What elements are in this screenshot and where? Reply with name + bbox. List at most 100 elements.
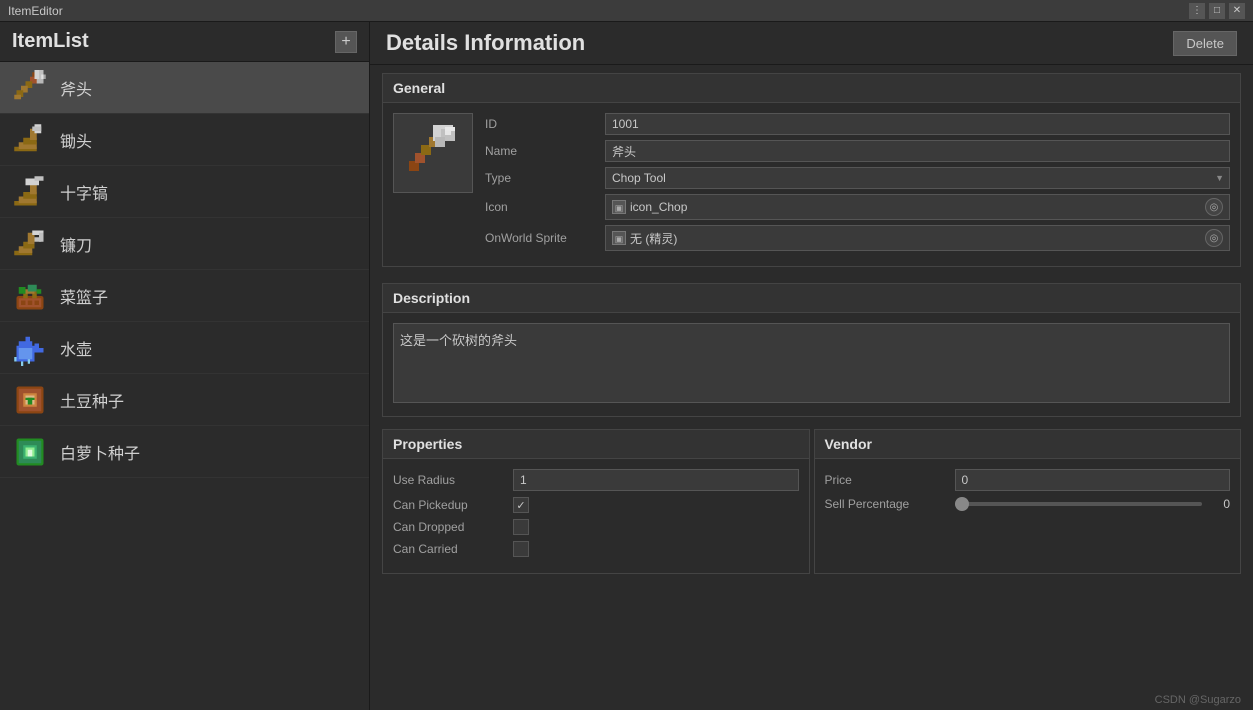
- name-value-wrapper: [605, 140, 1230, 162]
- title-bar: ItemEditor ⋮ □ ✕: [0, 0, 1253, 22]
- id-input[interactable]: [605, 113, 1230, 135]
- item-icon-hoe: [12, 122, 48, 158]
- prop-row-can-carried: Can Carried: [393, 541, 799, 557]
- icon-select-inner: ▣ icon_Chop: [612, 200, 687, 214]
- field-row-onworld: OnWorld Sprite ▣ 无 (精灵) ◎: [485, 225, 1230, 251]
- vendor-row-price: Price: [825, 469, 1231, 491]
- list-item[interactable]: 锄头: [0, 114, 369, 166]
- sidebar: ItemList +: [0, 22, 370, 710]
- field-row-icon: Icon ▣ icon_Chop ◎: [485, 194, 1230, 220]
- id-value-wrapper: [605, 113, 1230, 135]
- type-label: Type: [485, 171, 605, 185]
- can-carried-label: Can Carried: [393, 542, 513, 556]
- sidebar-header: ItemList +: [0, 22, 369, 62]
- item-label-7: 白萝卜种子: [60, 440, 140, 464]
- general-section-body: ID Name Type: [383, 103, 1240, 266]
- main-container: ItemList +: [0, 22, 1253, 710]
- can-dropped-label: Can Dropped: [393, 520, 513, 534]
- use-radius-label: Use Radius: [393, 473, 513, 487]
- onworld-select-field[interactable]: ▣ 无 (精灵) ◎: [605, 225, 1230, 251]
- footer: CSDN @Sugarzo: [1155, 694, 1241, 706]
- vendor-section-title: Vendor: [815, 430, 1241, 459]
- item-label-3: 镰刀: [60, 232, 92, 256]
- vendor-section-body: Price Sell Percentage 0: [815, 459, 1241, 527]
- item-icon-basket: [12, 278, 48, 314]
- type-select[interactable]: Chop Tool Hoe Tool Pickaxe Tool Sickle T…: [605, 167, 1230, 189]
- id-label: ID: [485, 117, 605, 131]
- vendor-row-sell-pct: Sell Percentage 0: [825, 497, 1231, 511]
- list-item[interactable]: 斧头: [0, 62, 369, 114]
- sidebar-add-button[interactable]: +: [335, 31, 357, 53]
- list-item[interactable]: 菜篮子: [0, 270, 369, 322]
- general-fields: ID Name Type: [485, 113, 1230, 256]
- prop-row-use-radius: Use Radius: [393, 469, 799, 491]
- onworld-value: 无 (精灵): [630, 230, 677, 247]
- slider-track[interactable]: [955, 502, 1203, 506]
- prop-row-can-dropped: Can Dropped: [393, 519, 799, 535]
- properties-section-body: Use Radius Can Pickedup ✓ Can Dropped: [383, 459, 809, 573]
- item-label-1: 锄头: [60, 128, 92, 152]
- title-bar-label: ItemEditor: [8, 4, 63, 18]
- price-input[interactable]: [955, 469, 1231, 491]
- title-bar-restore-btn[interactable]: □: [1209, 3, 1225, 19]
- item-label-4: 菜篮子: [60, 284, 108, 308]
- field-row-name: Name: [485, 140, 1230, 162]
- icon-circle-btn[interactable]: ◎: [1205, 198, 1223, 216]
- details-header: Details Information Delete: [370, 22, 1253, 65]
- can-carried-checkbox[interactable]: [513, 541, 529, 557]
- list-item[interactable]: 镰刀: [0, 218, 369, 270]
- icon-label: Icon: [485, 200, 605, 214]
- item-icon-potato-seed: [12, 382, 48, 418]
- can-pickedup-checkbox[interactable]: ✓: [513, 497, 529, 513]
- item-icon-radish-seed: [12, 434, 48, 470]
- general-section: General: [382, 73, 1241, 267]
- list-item[interactable]: 水壶: [0, 322, 369, 374]
- sidebar-scroll[interactable]: 斧头 锄头: [0, 62, 369, 710]
- item-icon-sickle: [12, 226, 48, 262]
- description-textarea[interactable]: [393, 323, 1230, 403]
- bottom-sections: Properties Use Radius Can Pickedup ✓ Can…: [382, 429, 1241, 574]
- title-bar-controls: ⋮ □ ✕: [1189, 3, 1245, 19]
- slider-thumb[interactable]: [955, 497, 969, 511]
- list-item[interactable]: 土豆种子: [0, 374, 369, 426]
- onworld-label: OnWorld Sprite: [485, 231, 605, 245]
- description-section-body: [383, 313, 1240, 416]
- list-item[interactable]: 白萝卜种子: [0, 426, 369, 478]
- onworld-circle-btn[interactable]: ◎: [1205, 229, 1223, 247]
- item-preview: [393, 113, 473, 193]
- sell-pct-label: Sell Percentage: [825, 497, 955, 511]
- item-label-2: 十字镐: [60, 180, 108, 204]
- slider-row: 0: [955, 497, 1231, 511]
- properties-section: Properties Use Radius Can Pickedup ✓ Can…: [382, 429, 810, 574]
- description-section: Description: [382, 283, 1241, 417]
- can-pickedup-label: Can Pickedup: [393, 498, 513, 512]
- name-input[interactable]: [605, 140, 1230, 162]
- use-radius-input[interactable]: [513, 469, 799, 491]
- item-label-6: 土豆种子: [60, 388, 124, 412]
- can-dropped-checkbox[interactable]: [513, 519, 529, 535]
- item-label-5: 水壶: [60, 336, 92, 360]
- right-panel: Details Information Delete General: [370, 22, 1253, 710]
- title-bar-close-btn[interactable]: ✕: [1229, 3, 1245, 19]
- footer-text: CSDN @Sugarzo: [1155, 694, 1241, 706]
- name-label: Name: [485, 144, 605, 158]
- description-section-title: Description: [383, 284, 1240, 313]
- item-icon-axe: [12, 70, 48, 106]
- onworld-select-inner: ▣ 无 (精灵): [612, 230, 677, 247]
- onworld-sprite-symbol: ▣: [612, 231, 626, 245]
- field-row-type: Type Chop Tool Hoe Tool Pickaxe Tool Sic…: [485, 167, 1230, 189]
- title-bar-menu-btn[interactable]: ⋮: [1189, 3, 1205, 19]
- general-section-title: General: [383, 74, 1240, 103]
- icon-select-field[interactable]: ▣ icon_Chop ◎: [605, 194, 1230, 220]
- type-select-wrapper: Chop Tool Hoe Tool Pickaxe Tool Sickle T…: [605, 167, 1230, 189]
- list-item[interactable]: 十字镐: [0, 166, 369, 218]
- item-label-0: 斧头: [60, 76, 92, 100]
- delete-button[interactable]: Delete: [1173, 31, 1237, 56]
- field-row-id: ID: [485, 113, 1230, 135]
- general-content: ID Name Type: [393, 113, 1230, 256]
- use-radius-value-wrapper: [513, 469, 799, 491]
- sell-pct-value: 0: [1210, 497, 1230, 511]
- item-icon-pickaxe: [12, 174, 48, 210]
- details-title: Details Information: [386, 30, 585, 56]
- vendor-section: Vendor Price Sell Percentage 0: [814, 429, 1242, 574]
